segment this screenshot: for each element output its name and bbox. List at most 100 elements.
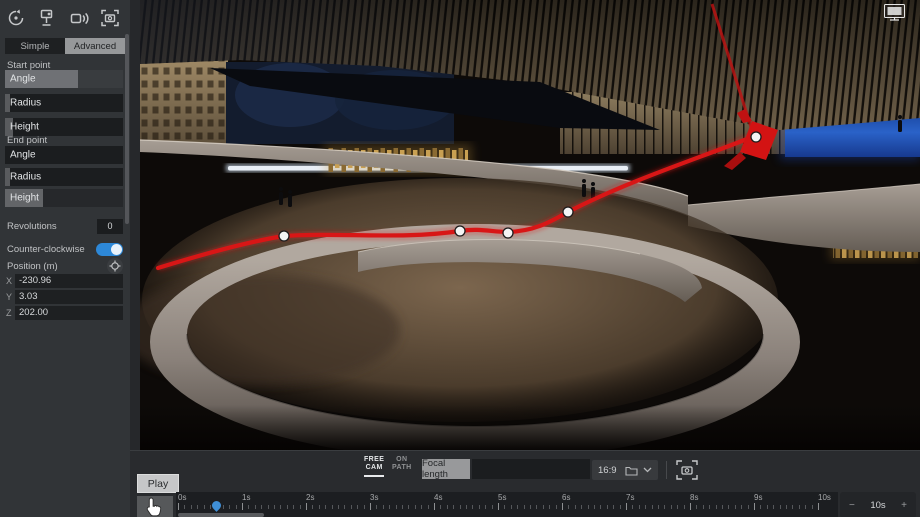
timeline-minor-tick — [344, 505, 345, 509]
capture-frame-button[interactable] — [675, 459, 699, 481]
timeline-minor-tick — [748, 505, 749, 509]
timeline-minor-tick — [671, 505, 672, 509]
position-x-input[interactable]: -230.96 — [15, 274, 123, 288]
orbit-icon[interactable] — [4, 6, 28, 30]
start-height-field[interactable]: Height — [5, 118, 123, 136]
timeline-minor-tick — [466, 505, 467, 509]
aspect-ratio-value: 16:9 — [598, 465, 620, 476]
timeline-minor-tick — [728, 505, 729, 509]
timeline-minor-tick — [492, 505, 493, 509]
slider-fill — [5, 94, 10, 112]
timeline-minor-tick — [300, 505, 301, 509]
camera-signal-icon[interactable] — [67, 6, 91, 30]
counter-clockwise-toggle[interactable] — [96, 243, 123, 256]
timeline-major-tick — [242, 503, 243, 510]
duration-increase-button[interactable]: + — [901, 500, 907, 511]
timeline-minor-tick — [722, 505, 723, 509]
camera-capture-icon[interactable] — [98, 6, 122, 30]
position-target-button[interactable] — [107, 258, 123, 274]
keyframe-node[interactable] — [455, 226, 465, 236]
timeline-minor-tick — [460, 505, 461, 509]
camera-stand-icon[interactable] — [35, 6, 59, 30]
end-height-field[interactable]: Height — [5, 189, 123, 207]
timeline-minor-tick — [664, 505, 665, 509]
timeline-minor-tick — [376, 505, 377, 509]
play-button[interactable]: Play — [137, 474, 179, 493]
timeline-minor-tick — [428, 505, 429, 509]
on-path-label: PATH — [392, 464, 412, 472]
start-angle-field[interactable]: Angle — [5, 70, 123, 88]
timeline-minor-tick — [588, 505, 589, 509]
start-radius-field[interactable]: Radius — [5, 94, 123, 112]
position-y-input[interactable]: 3.03 — [15, 290, 123, 304]
revolutions-input[interactable]: 0 — [97, 219, 123, 234]
timeline-minor-tick — [312, 505, 313, 509]
timeline-minor-tick — [383, 505, 384, 509]
timeline-tick-label: 4s — [434, 493, 442, 502]
timeline-tick-label: 9s — [754, 493, 762, 502]
aspect-ratio-dropdown[interactable]: 16:9 — [592, 460, 658, 480]
timeline-minor-tick — [741, 505, 742, 509]
timeline-minor-tick — [607, 505, 608, 509]
timeline-minor-tick — [408, 505, 409, 509]
timeline-scrollbar[interactable] — [178, 513, 264, 517]
timeline-minor-tick — [184, 505, 185, 509]
timeline-minor-tick — [325, 505, 326, 509]
timeline-minor-tick — [511, 505, 512, 509]
position-y-row: Y 3.03 — [6, 290, 123, 304]
playhead[interactable] — [211, 499, 224, 512]
timeline-minor-tick — [229, 505, 230, 509]
timeline-minor-tick — [639, 505, 640, 509]
timeline-major-tick — [434, 503, 435, 510]
mode-tabs: Simple Advanced — [5, 38, 125, 54]
chevron-down-icon — [643, 467, 652, 473]
timeline-minor-tick — [440, 505, 441, 509]
timeline-minor-tick — [447, 505, 448, 509]
timeline-tick-label: 6s — [562, 493, 570, 502]
end-angle-field[interactable]: Angle — [5, 146, 123, 164]
revolutions-row: Revolutions 0 — [7, 218, 123, 234]
3d-viewport[interactable] — [140, 0, 920, 450]
timeline-minor-tick — [504, 505, 505, 509]
keyframe-node[interactable] — [503, 228, 513, 238]
fullscreen-monitor-icon[interactable] — [885, 5, 905, 21]
axis-label: Z — [6, 308, 15, 318]
timeline-major-tick — [818, 503, 819, 510]
timeline-minor-tick — [652, 505, 653, 509]
focal-length-button[interactable]: Focal length — [422, 459, 470, 479]
keyframe-node[interactable] — [751, 132, 761, 142]
tab-simple[interactable]: Simple — [5, 38, 65, 54]
timeline-minor-tick — [799, 505, 800, 509]
timeline-minor-tick — [389, 505, 390, 509]
on-path-toggle[interactable]: ON PATH — [392, 456, 412, 472]
sidebar-scrollbar[interactable] — [125, 34, 129, 224]
sidebar-tool-icons — [0, 4, 126, 32]
timeline-minor-tick — [223, 505, 224, 509]
timeline-minor-tick — [536, 505, 537, 509]
timeline-tick-label: 2s — [306, 493, 314, 502]
timeline-major-tick — [498, 503, 499, 510]
timeline-ruler[interactable]: 0s1s2s3s4s5s6s7s8s9s10s — [176, 492, 838, 517]
timeline-major-tick — [562, 503, 563, 510]
keyframe-node[interactable] — [279, 231, 289, 241]
free-cam-toggle[interactable]: FREE CAM — [364, 456, 384, 477]
timeline-mode-button[interactable] — [137, 496, 173, 517]
timeline-minor-tick — [581, 505, 582, 509]
position-label: Position (m) — [7, 261, 58, 272]
end-radius-field[interactable]: Radius — [5, 168, 123, 186]
timeline-major-tick — [370, 503, 371, 510]
position-z-input[interactable]: 202.00 — [15, 306, 123, 320]
duration-decrease-button[interactable]: − — [849, 500, 855, 511]
timeline-minor-tick — [421, 505, 422, 509]
timeline-minor-tick — [453, 505, 454, 509]
keyframe-node[interactable] — [563, 207, 573, 217]
tab-advanced[interactable]: Advanced — [65, 38, 125, 54]
timeline-minor-tick — [204, 505, 205, 509]
timeline-minor-tick — [594, 505, 595, 509]
sidebar: Simple Advanced Start point Angle Radius… — [0, 0, 130, 517]
timeline-minor-tick — [364, 505, 365, 509]
free-cam-label: CAM — [364, 464, 384, 472]
timeline-minor-tick — [287, 505, 288, 509]
focal-length-field[interactable] — [472, 459, 590, 479]
timeline-minor-tick — [268, 505, 269, 509]
